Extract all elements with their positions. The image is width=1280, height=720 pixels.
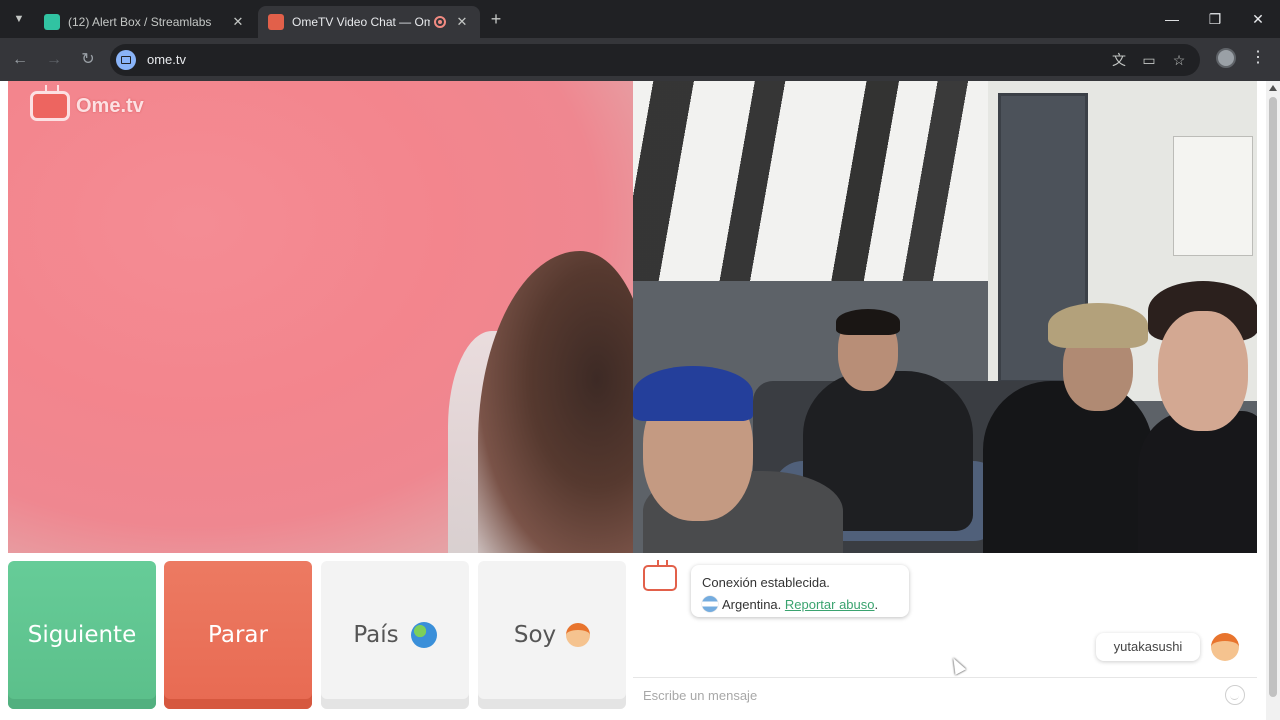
country-line: Argentina. Reportar abuso. <box>702 594 898 616</box>
report-suffix: . <box>874 597 879 612</box>
restore-icon[interactable]: ❐ <box>1193 0 1237 38</box>
video-person-shape <box>1048 303 1148 348</box>
window-close-icon[interactable]: ✕ <box>1236 0 1280 38</box>
star-icon[interactable]: ☆ <box>1170 51 1188 69</box>
own-username-bubble: yutakasushi <box>1096 633 1200 661</box>
gender-button[interactable]: Soy <box>478 561 626 709</box>
streamlabs-favicon-icon <box>44 14 60 30</box>
stop-button[interactable]: Parar <box>164 561 312 709</box>
boy-avatar-icon <box>566 623 591 647</box>
video-person-shape <box>1158 311 1248 431</box>
message-input-bar <box>633 677 1257 712</box>
tab-title: OmeTV Video Chat — Ome <box>292 15 430 29</box>
address-bar[interactable]: ome.tv 文 ▭ ☆ <box>110 44 1200 76</box>
connection-status-text: Conexión establecida. <box>702 575 830 590</box>
video-person-shape <box>983 381 1153 553</box>
forward-arrow-icon[interactable]: → <box>42 48 66 72</box>
kebab-menu-icon[interactable]: ⋮ <box>1250 48 1266 68</box>
back-arrow-icon[interactable]: ← <box>8 48 32 72</box>
next-button[interactable]: Siguiente <box>8 561 156 709</box>
video-person-shape <box>633 366 753 421</box>
scrollbar-thumb[interactable] <box>1269 97 1277 697</box>
minimize-icon[interactable]: — <box>1150 0 1194 38</box>
video-person-shape <box>836 309 900 335</box>
system-message: Conexión establecida. Argentina. Reporta… <box>691 565 909 617</box>
next-button-label: Siguiente <box>27 622 137 648</box>
country-button-label: País <box>353 622 399 648</box>
emoji-icon[interactable] <box>1225 685 1245 705</box>
tab-title: (12) Alert Box / Streamlabs <box>68 15 212 29</box>
report-abuse-link[interactable]: Reportar abuso <box>785 597 875 612</box>
stop-button-label: Parar <box>208 622 268 648</box>
message-input[interactable] <box>643 684 1203 706</box>
country-name: Argentina. <box>722 597 782 612</box>
argentina-flag-icon <box>702 596 718 612</box>
profile-icon[interactable] <box>1216 48 1236 68</box>
recording-indicator-icon <box>434 16 446 28</box>
page-content: Ome.tv Siguiente Parar País Soy Conexión… <box>0 81 1280 720</box>
browser-toolbar: ← → ↻ ome.tv 文 ▭ ☆ <box>0 38 1280 81</box>
url-text[interactable]: ome.tv <box>147 52 186 67</box>
tab-streamlabs[interactable]: (12) Alert Box / Streamlabs ✕ <box>34 6 256 38</box>
video-poster-shape <box>1173 136 1253 256</box>
tab-ometv[interactable]: OmeTV Video Chat — Ome ✕ <box>258 6 480 38</box>
stranger-video: Ome.tv <box>8 81 633 553</box>
boy-avatar-icon <box>1211 633 1239 661</box>
video-hair-shape <box>478 251 633 553</box>
tv-logo-icon <box>30 91 70 121</box>
close-icon[interactable]: ✕ <box>454 14 470 30</box>
chevron-down-icon[interactable]: ▼ <box>8 8 30 30</box>
country-button[interactable]: País <box>321 561 469 709</box>
chat-panel: Conexión establecida. Argentina. Reporta… <box>633 553 1257 720</box>
scroll-up-arrow-icon[interactable] <box>1269 85 1277 91</box>
globe-icon <box>410 622 437 648</box>
translate-icon[interactable]: 文 <box>1110 51 1128 69</box>
own-camera-video <box>633 81 1257 553</box>
ometv-logo-icon <box>643 560 677 591</box>
video-graffiti-shape <box>633 81 993 311</box>
video-person-shape <box>1138 411 1257 553</box>
tab-strip: ▼ (12) Alert Box / Streamlabs ✕ OmeTV Vi… <box>0 0 1280 38</box>
ometv-favicon-icon <box>268 14 284 30</box>
plus-icon[interactable]: + <box>486 9 506 29</box>
reload-icon[interactable]: ↻ <box>76 48 100 72</box>
cast-icon[interactable]: ▭ <box>1140 51 1158 69</box>
site-info-icon[interactable] <box>116 50 136 70</box>
gender-button-label: Soy <box>513 622 557 648</box>
close-icon[interactable]: ✕ <box>230 14 246 30</box>
ometv-logo: Ome.tv <box>30 91 144 121</box>
logo-text: Ome.tv <box>76 94 144 117</box>
page-scrollbar[interactable] <box>1266 81 1280 720</box>
